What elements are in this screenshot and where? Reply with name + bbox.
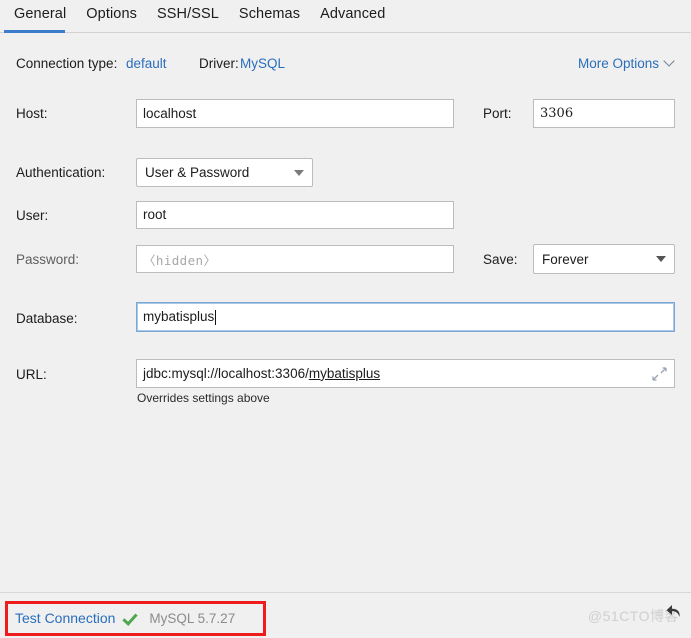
database-version-text: MySQL 5.7.27 [149,610,236,626]
test-connection-button[interactable]: Test Connection [15,610,115,626]
url-input-prefix: jdbc:mysql://localhost:3306/ [143,365,309,381]
authentication-select-value: User & Password [145,165,250,180]
tab-advanced[interactable]: Advanced [310,0,395,27]
database-input-value: mybatisplus [143,309,215,325]
database-label: Database: [16,311,78,326]
user-input-value: root [143,207,167,223]
password-placeholder: 〈hidden〉 [143,252,217,268]
user-input[interactable]: root [136,201,454,229]
chevron-down-icon [656,256,666,262]
test-connection-area: Test Connection MySQL 5.7.27 [15,610,235,626]
chevron-down-icon [294,169,304,176]
url-label: URL: [16,367,47,382]
database-input[interactable]: mybatisplus [136,302,675,332]
password-input[interactable]: 〈hidden〉 [136,245,454,273]
expand-diagonal-icon[interactable] [652,366,667,381]
save-select[interactable]: Forever [533,244,675,274]
port-input[interactable]: 3306 [533,99,675,128]
green-check-icon [124,612,140,625]
tab-general[interactable]: General [4,0,76,27]
authentication-label: Authentication: [16,165,106,180]
url-input-database: mybatisplus [308,365,381,381]
connection-type-label: Connection type: [16,56,118,71]
connection-info-row: Connection type: default Driver: MySQL M… [0,54,691,76]
chevron-down-icon [665,57,674,66]
back-arrow-cursor-icon [663,600,685,622]
tab-options[interactable]: Options [76,0,147,27]
active-tab-indicator [4,30,65,33]
text-caret [215,309,217,325]
more-options-label: More Options [577,56,659,71]
driver-value[interactable]: MySQL [240,56,285,71]
tab-schemas[interactable]: Schemas [229,0,310,27]
password-label: Password: [16,252,80,267]
host-input-value: localhost [143,105,197,121]
tab-bar: General Options SSH/SSL Schemas Advanced [0,0,691,37]
authentication-select[interactable]: User & Password [136,158,313,187]
user-label: User: [16,208,49,223]
host-input[interactable]: localhost [136,99,454,128]
tab-bar-divider [0,32,691,33]
connection-type-value[interactable]: default [126,56,167,71]
port-label: Port: [483,106,512,121]
more-options-button[interactable]: More Options [578,56,674,71]
driver-label: Driver: [199,56,239,71]
tab-ssh-ssl[interactable]: SSH/SSL [147,0,229,27]
save-label: Save: [483,252,518,267]
footer-divider [0,592,691,593]
url-input[interactable]: jdbc:mysql://localhost:3306/mybatisplus [136,359,675,388]
host-label: Host: [16,106,48,121]
port-input-value: 3306 [540,106,574,121]
url-hint: Overrides settings above [137,391,270,405]
save-select-value: Forever [542,251,589,267]
tab-list: General Options SSH/SSL Schemas Advanced [0,0,691,30]
